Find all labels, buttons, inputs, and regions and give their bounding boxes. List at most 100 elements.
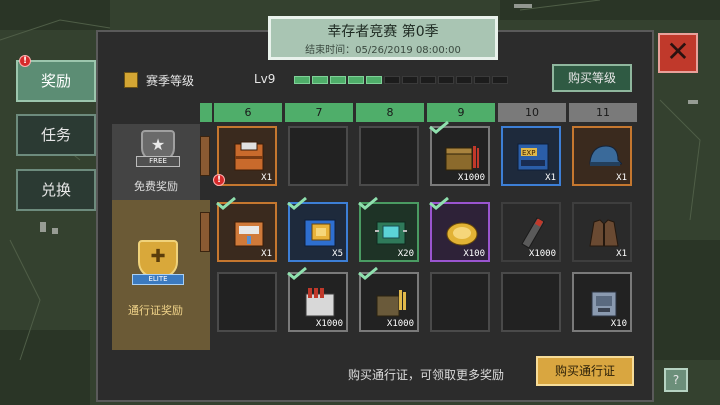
claimed-check-icon: [429, 120, 449, 134]
claimed-check-icon: [216, 196, 236, 210]
free-reward-cell[interactable]: X1: [572, 126, 632, 186]
reward-quantity: X1000: [457, 173, 485, 183]
elite-reward-cell[interactable]: X1000: [287, 266, 348, 332]
column-header: 10: [498, 103, 566, 122]
progress-segment: [402, 76, 418, 84]
elite-reward-cell[interactable]: X1000: [501, 202, 561, 262]
free-badge-tag: FREE: [136, 156, 180, 167]
exp-card-icon: EXP: [517, 143, 549, 171]
elite-reward-cell[interactable]: X10: [572, 272, 632, 332]
reward-quantity: X20: [397, 249, 414, 259]
circuit-icon: [375, 221, 407, 245]
bullet-pack-icon: [376, 290, 406, 317]
rocket-ammo-icon: [521, 217, 545, 249]
column-header: 11: [569, 103, 637, 122]
reward-quantity: X1: [261, 249, 272, 259]
progress-segment: [420, 76, 436, 84]
tab-exchange[interactable]: 兑换: [16, 169, 96, 211]
season-level-value: Lv9: [254, 72, 276, 86]
close-button[interactable]: ✕: [658, 33, 698, 73]
reward-quantity: X5: [332, 249, 343, 259]
blueprint-icon: [304, 219, 336, 247]
buy-pass-hint: 购买通行证，可领取更多奖励: [348, 368, 505, 382]
column-header: 6: [214, 103, 282, 122]
end-time: 结束时间：05/26/2019 08:00:00: [305, 45, 461, 56]
free-reward-cell[interactable]: X1!: [213, 126, 277, 186]
help-icon: ?: [672, 373, 680, 387]
progress-segment: [330, 76, 346, 84]
close-icon: ✕: [666, 35, 690, 68]
tab-tasks-label: 任务: [40, 126, 71, 144]
free-track-label: 免费奖励: [134, 180, 178, 193]
free-reward-cell: [288, 126, 348, 186]
column-header: 8: [356, 103, 424, 122]
title-banner: 幸存者竞赛 第0季 结束时间：05/26/2019 08:00:00: [268, 16, 498, 60]
elite-reward-cell: [217, 272, 277, 332]
tab-tasks[interactable]: 任务: [16, 114, 96, 156]
progress-segment: [384, 76, 400, 84]
claimed-check-icon: [429, 196, 449, 210]
elite-reward-cell[interactable]: X1: [216, 196, 277, 262]
elite-reward-cell: [501, 272, 561, 332]
elite-reward-cell[interactable]: X5: [287, 196, 348, 262]
free-reward-cell: [359, 126, 419, 186]
column-header: 7: [285, 103, 353, 122]
help-button[interactable]: ?: [664, 368, 688, 392]
tab-exchange-label: 兑换: [40, 181, 71, 199]
tab-rewards[interactable]: 奖励: [16, 60, 96, 102]
tab-rewards-label: 奖励: [40, 72, 71, 90]
season-level-label: 赛季等级: [146, 74, 195, 88]
claimed-check-icon: [287, 196, 307, 210]
elite-reward-cell: [430, 272, 490, 332]
reward-quantity: X10: [610, 319, 627, 329]
reward-quantity: X1000: [386, 319, 414, 329]
progress-segment: [366, 76, 382, 84]
buy-pass-label: 购买通行证: [554, 364, 615, 378]
machine-part-icon: [591, 291, 617, 317]
progress-segment: [456, 76, 472, 84]
reward-quantity: X1: [261, 173, 272, 183]
ammo-box-icon: [445, 146, 479, 171]
buy-level-button[interactable]: 购买等级: [552, 64, 632, 92]
progress-segment: [312, 76, 328, 84]
elite-badge-icon: ✚: [138, 240, 178, 278]
progress-segment: [474, 76, 490, 84]
shell-box-icon: [305, 288, 335, 317]
page-title: 幸存者竞赛 第0季: [327, 24, 439, 40]
reward-quantity: X1000: [528, 249, 556, 259]
free-reward-cell[interactable]: EXP X1: [501, 126, 561, 186]
elite-track-label: 通行证奖励: [128, 304, 183, 317]
svg-text:EXP: EXP: [522, 149, 535, 157]
elite-reward-cell[interactable]: X1: [572, 202, 632, 262]
previous-column-stub: [200, 212, 210, 252]
medkit-crate-icon: [234, 221, 264, 247]
buy-level-label: 购买等级: [567, 71, 616, 85]
season-medal-icon: [124, 72, 138, 88]
free-reward-cell[interactable]: X1000: [429, 120, 490, 186]
buy-pass-button[interactable]: 购买通行证: [536, 356, 634, 386]
previous-column-stub: [200, 136, 210, 176]
reward-quantity: X1: [616, 249, 627, 259]
elite-badge-tag: ELITE: [132, 274, 184, 285]
rewards-alert-icon: !: [19, 55, 31, 67]
reward-quantity: X1000: [315, 319, 343, 329]
supply-crate-icon: [234, 141, 264, 171]
claimed-check-icon: [358, 196, 378, 210]
progress-segment: [438, 76, 454, 84]
gold-coin-icon: [446, 222, 478, 246]
progress-segment: [294, 76, 310, 84]
reward-quantity: X1: [616, 173, 627, 183]
reward-quantity: X100: [463, 249, 485, 259]
column-header-stub: [200, 103, 212, 122]
progress-segment: [348, 76, 364, 84]
claimed-check-icon: [287, 266, 307, 280]
claimed-check-icon: [358, 266, 378, 280]
reward-alert-icon: !: [213, 174, 225, 186]
elite-reward-cell[interactable]: X1000: [358, 266, 419, 332]
progress-segment: [492, 76, 508, 84]
cap-icon: [589, 145, 622, 166]
jacket-icon: [589, 219, 619, 247]
elite-reward-cell[interactable]: X20: [358, 196, 419, 262]
elite-reward-cell[interactable]: X100: [429, 196, 490, 262]
reward-quantity: X1: [545, 173, 556, 183]
